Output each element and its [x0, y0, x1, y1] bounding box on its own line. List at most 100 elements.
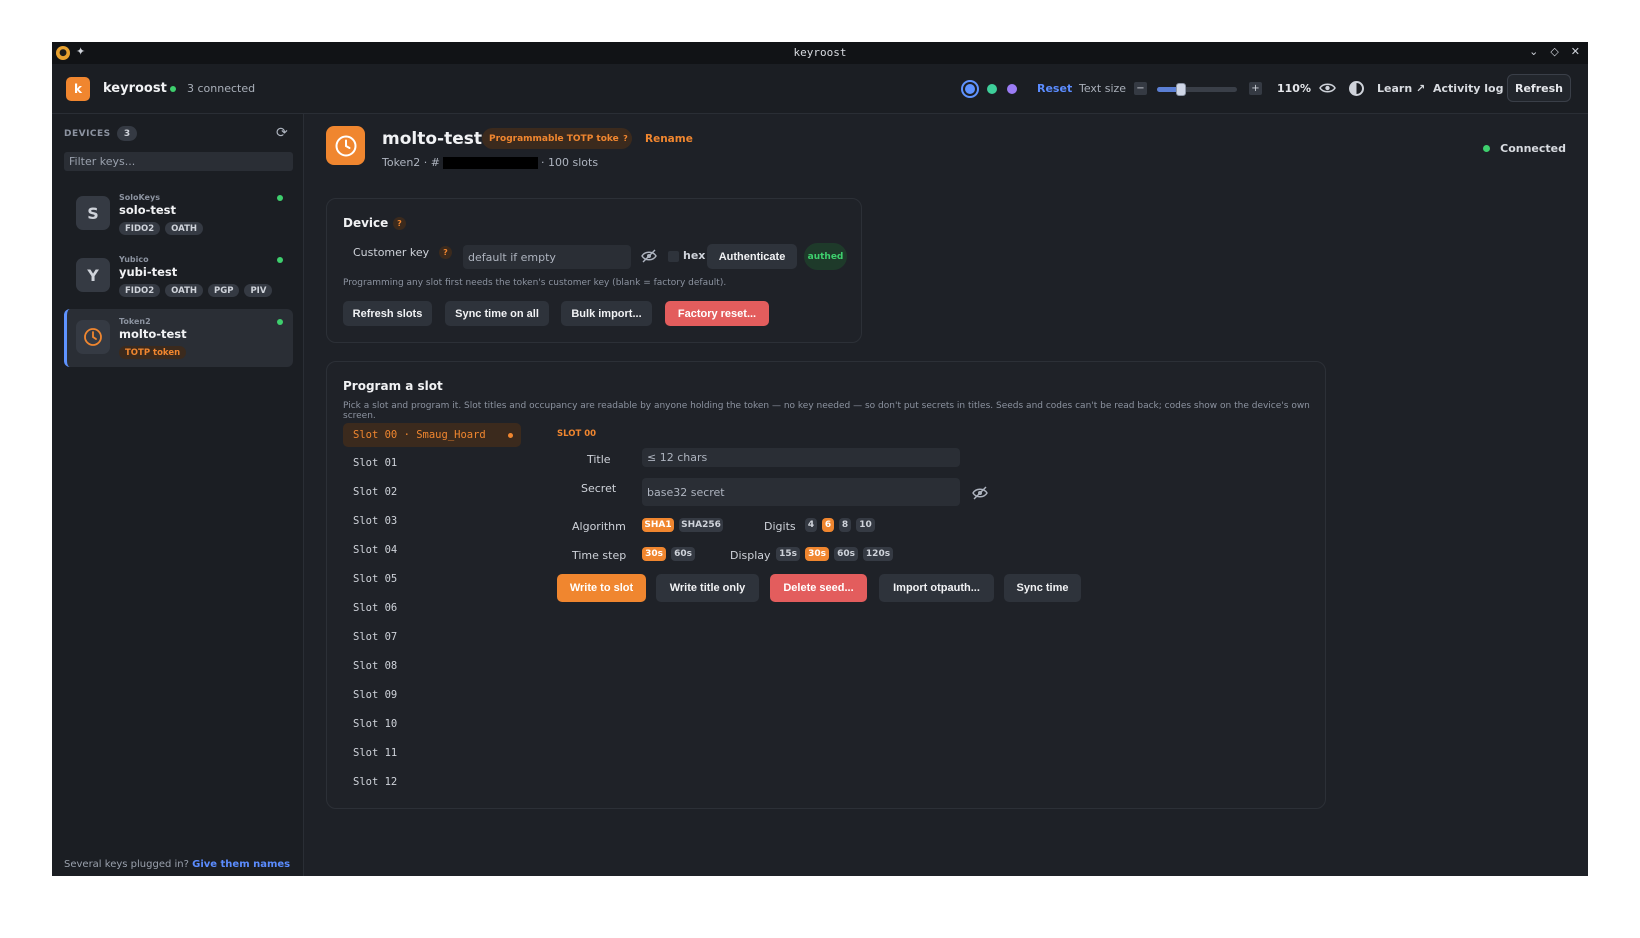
- slot-item[interactable]: Slot 02: [343, 480, 521, 504]
- slot-item[interactable]: Slot 11: [343, 741, 521, 765]
- refresh-button[interactable]: Refresh: [1507, 74, 1571, 102]
- sync-time-button[interactable]: Sync time: [1004, 574, 1081, 602]
- text-size-slider-thumb[interactable]: [1176, 83, 1186, 96]
- algorithm-sha1-option[interactable]: SHA1: [642, 518, 674, 532]
- algorithm-sha256-option[interactable]: SHA256: [679, 518, 723, 532]
- device-subtitle: Token2 · # · 100 slots: [382, 156, 598, 169]
- digits-label: Digits: [764, 520, 796, 533]
- import-otpauth-button[interactable]: Import otpauth...: [879, 574, 994, 602]
- app-header: k keyroost 3 connected Reset Text size −…: [52, 64, 1588, 114]
- digits-10-option[interactable]: 10: [856, 518, 875, 532]
- display-120s-option[interactable]: 120s: [863, 547, 893, 561]
- main-panel: molto-test Programmable TOTP token ? Ren…: [305, 114, 1588, 876]
- slot-item[interactable]: Slot 06: [343, 596, 521, 620]
- device-card-title: Device: [343, 216, 389, 230]
- title-label: Title: [587, 453, 611, 466]
- slot-item[interactable]: Slot 00 · Smaug_Hoard: [343, 423, 521, 447]
- rescan-icon[interactable]: ⟳: [276, 125, 288, 141]
- device-tags: TOTP token: [119, 346, 187, 359]
- write-title-only-button[interactable]: Write title only: [656, 574, 759, 602]
- device-item-solo-test[interactable]: S SoloKeys solo-test FIDO2 OATH: [64, 185, 293, 243]
- connected-status-dot: [170, 86, 176, 92]
- close-icon[interactable]: ✕: [1571, 45, 1580, 58]
- help-icon[interactable]: ?: [619, 132, 632, 145]
- connection-status: Connected: [1483, 142, 1566, 155]
- eye-slash-icon[interactable]: [972, 486, 988, 503]
- digits-8-option[interactable]: 8: [839, 518, 851, 532]
- give-names-link[interactable]: Give them names: [192, 859, 290, 870]
- display-30s-option[interactable]: 30s: [805, 547, 829, 561]
- factory-reset-button[interactable]: Factory reset...: [665, 301, 769, 326]
- help-icon[interactable]: ?: [393, 217, 406, 230]
- device-vendor: Token2: [119, 317, 151, 326]
- slot-item[interactable]: Slot 09: [343, 683, 521, 707]
- rename-button[interactable]: Rename: [645, 133, 693, 145]
- filter-keys-input[interactable]: [64, 152, 293, 171]
- slot-item[interactable]: Slot 01: [343, 451, 521, 475]
- slot-item[interactable]: Slot 08: [343, 654, 521, 678]
- text-size-decrease-button[interactable]: −: [1134, 82, 1147, 95]
- reset-theme-button[interactable]: Reset: [1037, 82, 1072, 95]
- slot-item[interactable]: Slot 04: [343, 538, 521, 562]
- text-size-percent: 110%: [1277, 82, 1311, 95]
- text-size-slider[interactable]: [1157, 83, 1237, 96]
- theme-blue-swatch[interactable]: [963, 82, 977, 96]
- theme-purple-swatch[interactable]: [1007, 84, 1017, 94]
- program-slot-card: Program a slot Pick a slot and program i…: [326, 361, 1326, 809]
- customer-key-input[interactable]: [463, 245, 631, 269]
- display-15s-option[interactable]: 15s: [776, 547, 800, 561]
- theme-picker: [963, 82, 1017, 96]
- slot-item[interactable]: Slot 03: [343, 509, 521, 533]
- sync-time-all-button[interactable]: Sync time on all: [445, 301, 549, 326]
- device-item-yubi-test[interactable]: Y Yubico yubi-test FIDO2 OATH PGP PIV: [64, 247, 293, 305]
- capability-tag: PIV: [244, 284, 273, 297]
- slot-title-input[interactable]: [642, 448, 960, 467]
- slot-secret-input[interactable]: [642, 478, 960, 506]
- capability-tag: FIDO2: [119, 284, 161, 297]
- slot-item[interactable]: Slot 12: [343, 770, 521, 794]
- device-name: yubi-test: [119, 265, 178, 279]
- display-60s-option[interactable]: 60s: [834, 547, 858, 561]
- activity-log-link[interactable]: Activity log: [1433, 82, 1503, 95]
- help-icon[interactable]: ?: [439, 246, 452, 259]
- device-type-badge: Programmable TOTP token: [482, 128, 633, 149]
- maximize-icon[interactable]: ◇: [1550, 45, 1558, 58]
- device-model-serial: Token2 · #: [382, 156, 441, 169]
- time-step-60s-option[interactable]: 60s: [671, 547, 695, 561]
- text-size-label: Text size: [1079, 82, 1127, 95]
- authenticate-button[interactable]: Authenticate: [707, 244, 797, 269]
- contrast-icon[interactable]: [1349, 81, 1364, 96]
- device-hint: Programming any slot first needs the tok…: [343, 278, 727, 288]
- minimize-icon[interactable]: ⌄: [1529, 45, 1538, 58]
- window-title: keyroost: [793, 46, 847, 59]
- device-online-dot: [277, 195, 283, 201]
- text-size-increase-button[interactable]: +: [1249, 82, 1262, 95]
- bulk-import-button[interactable]: Bulk import...: [561, 301, 652, 326]
- time-step-30s-option[interactable]: 30s: [642, 547, 666, 561]
- slot-item[interactable]: Slot 07: [343, 625, 521, 649]
- delete-seed-button[interactable]: Delete seed...: [770, 574, 867, 602]
- slot-item[interactable]: Slot 05: [343, 567, 521, 591]
- eye-icon[interactable]: [1319, 81, 1336, 98]
- app-logo: k: [66, 77, 90, 101]
- theme-green-swatch[interactable]: [987, 84, 997, 94]
- device-slot-count: · 100 slots: [541, 156, 599, 169]
- digits-6-option[interactable]: 6: [822, 518, 834, 532]
- eye-slash-icon[interactable]: [641, 249, 657, 266]
- title-bar: ● ✦ keyroost ⌄ ◇ ✕: [52, 42, 1588, 64]
- sidebar: DEVICES 3 ⟳ S SoloKeys solo-test FIDO2 O…: [52, 114, 304, 876]
- capability-tag: TOTP token: [119, 346, 187, 359]
- device-title: molto-test: [382, 129, 482, 149]
- clock-icon: [76, 320, 110, 354]
- device-online-dot: [277, 257, 283, 263]
- learn-link[interactable]: Learn ↗: [1377, 82, 1425, 95]
- write-to-slot-button[interactable]: Write to slot: [557, 574, 646, 602]
- device-item-molto-test[interactable]: Token2 molto-test TOTP token: [64, 309, 293, 367]
- device-name: solo-test: [119, 203, 177, 217]
- refresh-slots-button[interactable]: Refresh slots: [343, 301, 432, 326]
- hex-checkbox[interactable]: [668, 251, 679, 262]
- digits-4-option[interactable]: 4: [805, 518, 817, 532]
- slot-item[interactable]: Slot 10: [343, 712, 521, 736]
- connection-status-text: Connected: [1500, 142, 1566, 155]
- window-controls: ⌄ ◇ ✕: [1529, 45, 1580, 58]
